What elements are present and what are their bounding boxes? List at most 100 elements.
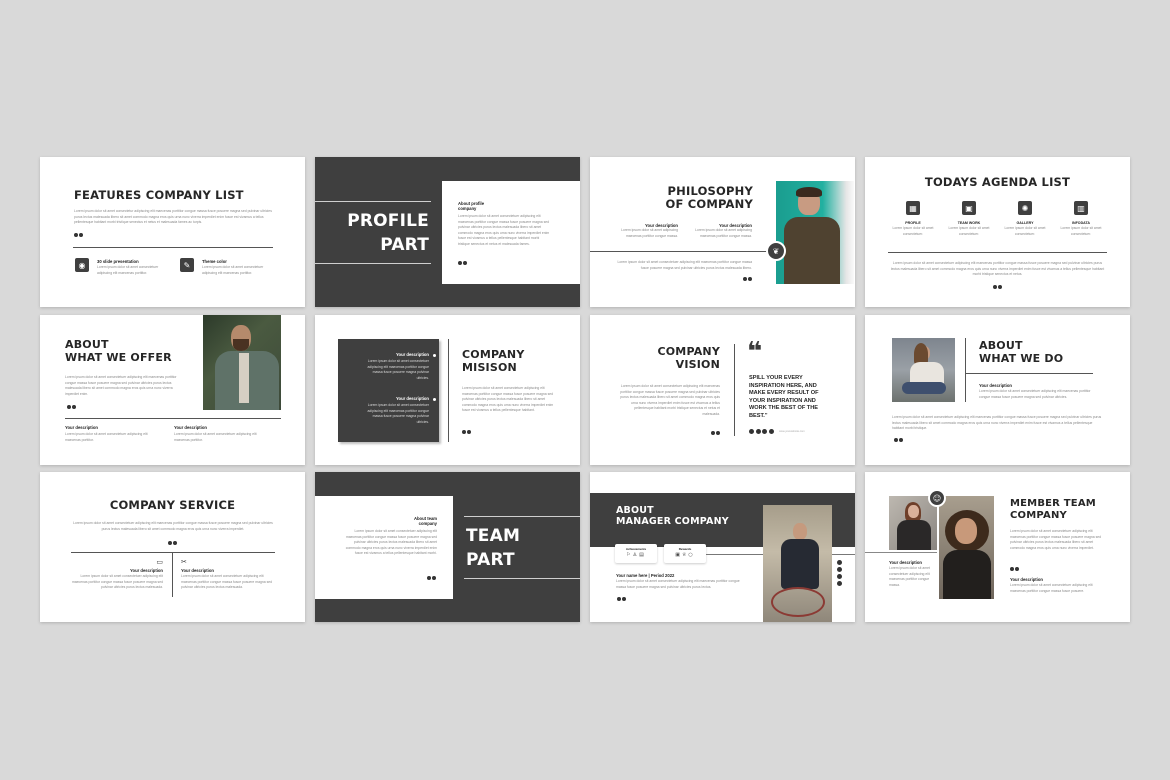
title-line: WHAT WE OFFER [65, 350, 172, 364]
photo-face [793, 523, 807, 540]
facebook-icon[interactable] [837, 567, 842, 572]
desc-label: Your description [979, 383, 1012, 388]
divider [71, 552, 275, 553]
instagram-icon[interactable] [837, 560, 842, 565]
slide-what-we-do[interactable]: ABOUT WHAT WE DO Your description Lorem … [865, 315, 1130, 465]
photo-coat [943, 550, 991, 599]
team-icon: ☺ [928, 489, 946, 507]
description-col: Your description Lorem ipsum dolor sit a… [612, 223, 678, 239]
slide-company-mission[interactable]: Your description Lorem ipsum dolor sit a… [315, 315, 580, 465]
slide-title: PROFILE PART [347, 209, 429, 257]
social-handle[interactable]: www.yourwebsite.com [779, 429, 805, 435]
arrow-dots-icon [711, 431, 720, 435]
agenda-text: Lorem ipsum dolor sit amet consectetuer. [948, 226, 990, 236]
document-icon: ▤ [639, 552, 646, 558]
slide-title: TODAYS AGENDA LIST [924, 175, 1071, 189]
bullet-icon [433, 398, 436, 401]
leaf-icon: ❦ [766, 241, 786, 261]
divider [65, 418, 281, 419]
slide-body: Lorem ipsum dolor sit amet consectetuer … [616, 579, 740, 589]
agenda-label: PROFILE [905, 221, 921, 225]
title-line: MEMBER TEAM [1010, 498, 1096, 509]
divider [734, 344, 735, 436]
description-col: Your description Lorem ipsum dolor sit a… [174, 425, 264, 443]
item-text: Lorem ipsum dolor sit amet consectetuer … [367, 359, 429, 380]
instagram-icon[interactable] [749, 429, 754, 435]
arrow-dots-icon [743, 277, 752, 281]
slide-body: Lorem ipsum dolor sit amet consectetuer … [892, 415, 1102, 431]
agenda-item[interactable]: ✺ GALLERY Lorem ipsum dolor sit amet con… [999, 201, 1051, 237]
slide-what-we-offer[interactable]: ABOUT WHAT WE OFFER Lorem ipsum dolor si… [40, 315, 305, 465]
linkedin-icon[interactable] [837, 581, 842, 586]
rewards-card: Rewards ▣♕○ [664, 544, 706, 563]
agenda-items: ▦ PROFILE Lorem ipsum dolor sit amet con… [887, 201, 1107, 237]
desc-text: Lorem ipsum dolor sit amet adipiscing ma… [621, 228, 678, 238]
divider [73, 247, 273, 248]
presentation-icon: ◉ [75, 258, 89, 272]
photo-bicycle [771, 587, 825, 617]
divider [464, 578, 580, 579]
agenda-label: GALLERY [1016, 221, 1034, 225]
slide-title: COMPANY MISISON [462, 348, 525, 374]
arrow-dots-icon [993, 285, 1002, 289]
slide-features-company-list[interactable]: FEATURES COMPANY LIST Lorem ipsum dolor … [40, 157, 305, 307]
mission-item: Your description Lorem ipsum dolor sit a… [361, 352, 429, 381]
agenda-item[interactable]: ▥ INFODATA Lorem ipsum dolor sit amet co… [1055, 201, 1107, 237]
desc-label: Your description [181, 568, 214, 573]
card-icons: ⚐♙▤ [615, 552, 657, 558]
agenda-text: Lorem ipsum dolor sit amet consectetuer. [1060, 226, 1102, 236]
desc-text: Lorem ipsum dolor sit amet consectetuer … [174, 432, 257, 442]
slide-profile-part[interactable]: PROFILE PART About profile company Lorem… [315, 157, 580, 307]
tools-icon: ✂ [181, 558, 187, 566]
desc-label: Your description [130, 568, 163, 573]
slide-company-service[interactable]: COMPANY SERVICE Lorem ipsum dolor sit am… [40, 472, 305, 622]
monitor-icon: ▭ [156, 558, 163, 566]
agenda-label: TEAM WORK [957, 221, 981, 225]
info-card: About profile company Lorem ipsum dolor … [442, 181, 580, 284]
photo-shirt [784, 217, 840, 284]
slide-team-part[interactable]: About team company Lorem ipsum dolor sit… [315, 472, 580, 622]
desc-text: Lorem ipsum dolor sit amet adipiscing ma… [695, 228, 752, 238]
linkedin-icon[interactable] [768, 429, 774, 435]
divider [315, 201, 431, 202]
description-col: Your description Lorem ipsum dolor sit a… [65, 425, 155, 443]
twitter-icon[interactable] [762, 429, 767, 435]
agenda-item[interactable]: ▣ TEAM WORK Lorem ipsum dolor sit amet c… [943, 201, 995, 237]
slide-body: Lorem ipsum dolor sit amet consectetuer … [73, 521, 273, 531]
arrow-dots-icon [1010, 567, 1019, 571]
slide-philosophy[interactable]: PHILOSOPHY OF COMPANY Your description L… [590, 157, 855, 307]
desc-label: Your description [1010, 577, 1043, 582]
achievements-card: Achievements ⚐♙▤ [615, 544, 657, 563]
title-line: ABOUT [979, 339, 1023, 352]
slide-body: Lorem ipsum dolor sit amet consectetuer … [462, 386, 554, 413]
agenda-item[interactable]: ▦ PROFILE Lorem ipsum dolor sit amet con… [887, 201, 939, 237]
quote-icon: ❝ [747, 337, 763, 367]
desc-label: Your description [174, 425, 207, 430]
arrow-dots-icon [617, 597, 626, 601]
slide-member-team[interactable]: Your description Lorem ipsum dolor sit a… [865, 472, 1130, 622]
slide-title: COMPANY VISION [657, 345, 720, 371]
card-label: Achievements [625, 547, 647, 551]
facebook-icon[interactable] [755, 429, 761, 435]
twitter-icon[interactable] [837, 574, 842, 579]
slide-manager-company[interactable]: ABOUT MANAGER COMPANY Achievements ⚐♙▤ R… [590, 472, 855, 622]
title-line: TEAM [466, 526, 521, 546]
mission-box: Your description Lorem ipsum dolor sit a… [338, 339, 439, 442]
card-body: Lorem ipsum dolor sit amet consectetuer … [458, 214, 550, 246]
title-line: COMPANY [1010, 509, 1067, 521]
portrait-photo [203, 315, 281, 410]
infodata-icon: ▥ [1074, 201, 1088, 215]
slide-body: Lorem ipsum dolor sit amet consectetuer … [890, 261, 1105, 277]
feature-text: Lorem ipsum dolor sit amet consectetuer … [202, 265, 264, 275]
manager-name: Your name here | Period 2022 [616, 573, 675, 578]
slide-company-vision[interactable]: COMPANY VISION Lorem ipsum dolor sit ame… [590, 315, 855, 465]
title-line: MISISON [462, 360, 517, 374]
quote-text: SPILL YOUR EVERY INSPIRATION HERE, AND M… [749, 375, 819, 419]
arrow-dots-icon [462, 430, 471, 434]
divider [865, 552, 937, 553]
slide-body: Lorem ipsum dolor sit amet consectetuer … [617, 260, 752, 270]
social-links [837, 560, 842, 586]
calendar-icon: ▣ [675, 552, 682, 558]
teamwork-icon: ▣ [962, 201, 976, 215]
slide-agenda-list[interactable]: TODAYS AGENDA LIST ▦ PROFILE Lorem ipsum… [865, 157, 1130, 307]
